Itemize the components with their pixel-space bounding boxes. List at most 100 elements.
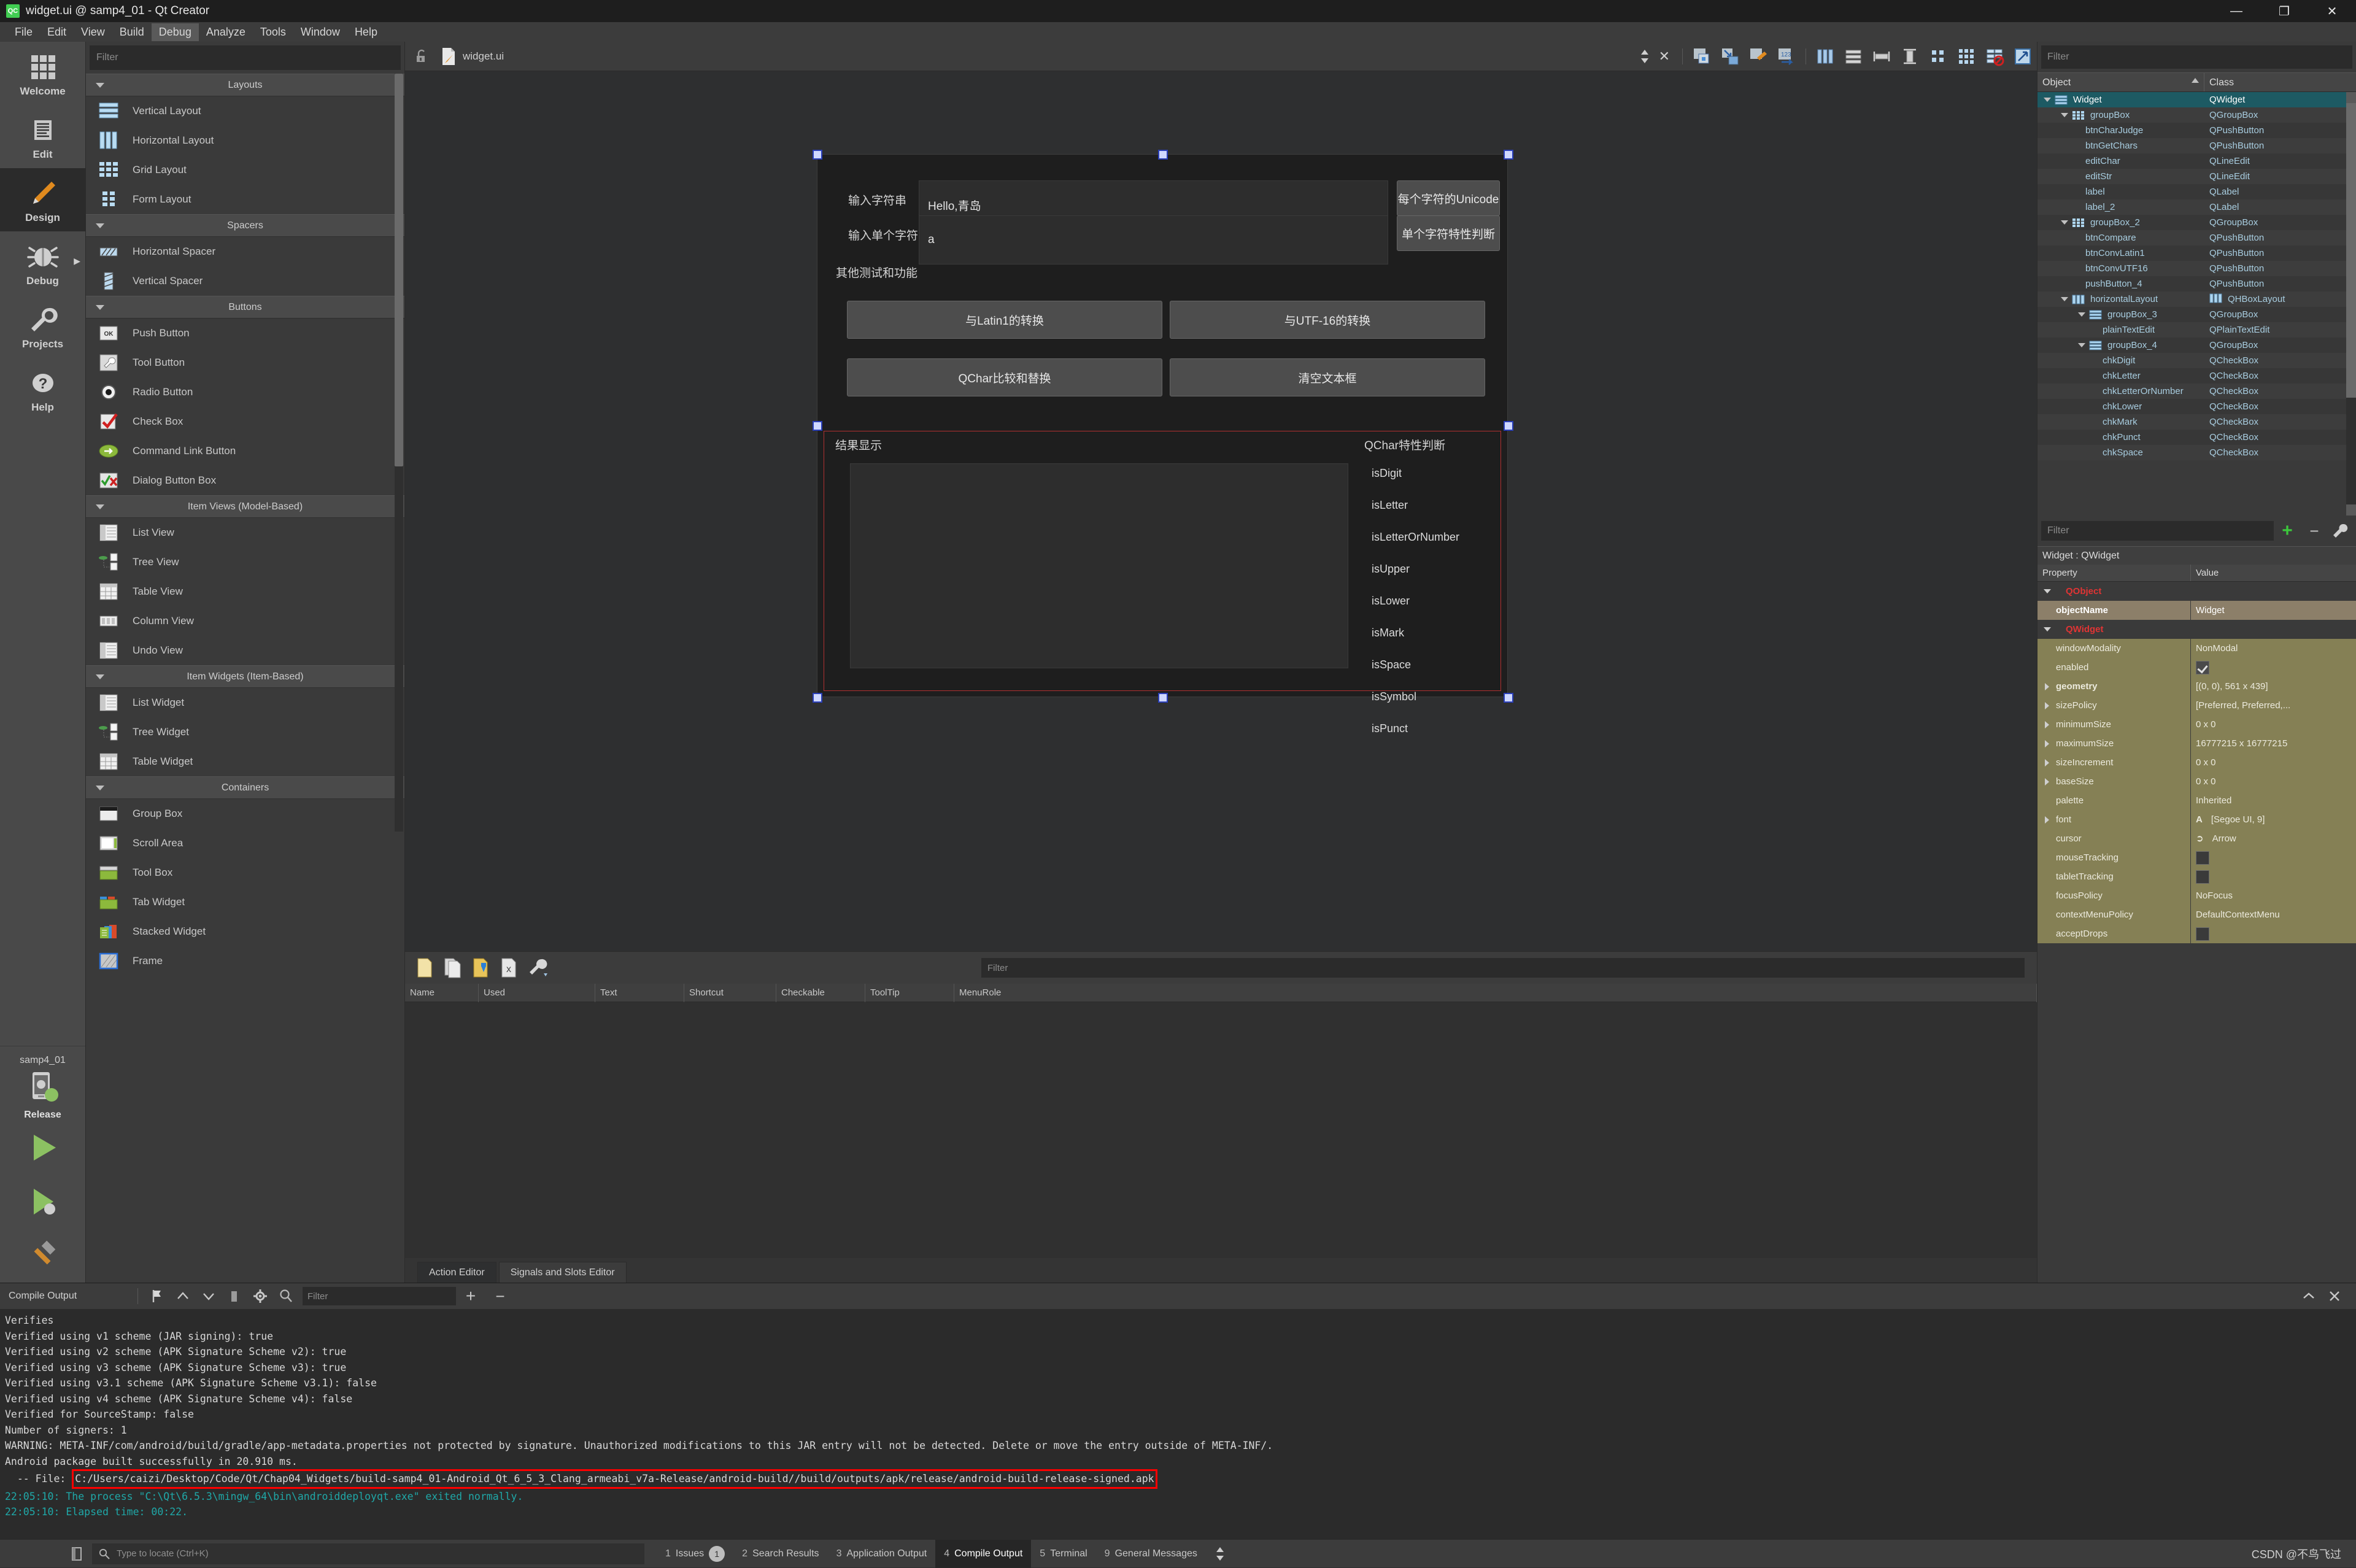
resize-handle[interactable] bbox=[1158, 693, 1168, 703]
adjust-size-icon[interactable] bbox=[2013, 47, 2033, 66]
object-tree-row[interactable]: editChar QLineEdit bbox=[2037, 153, 2356, 169]
edit-action-icon[interactable] bbox=[471, 957, 491, 978]
chk-isMark[interactable]: isMark bbox=[1372, 627, 1404, 639]
chevron-right-icon[interactable] bbox=[2045, 816, 2049, 824]
object-tree-row[interactable]: label QLabel bbox=[2037, 184, 2356, 199]
design-canvas[interactable]: 输入字符串 Hello,青岛 每个字符的Unicode 输入单个字符 a 单个字… bbox=[405, 71, 2037, 951]
object-tree-row[interactable]: pushButton_4 QPushButton bbox=[2037, 276, 2356, 292]
break-layout-icon[interactable] bbox=[1985, 47, 2004, 66]
edit-signals-slots-icon[interactable] bbox=[1720, 47, 1740, 66]
widgetbox-item[interactable]: Scroll Area bbox=[86, 828, 404, 858]
chk-isDigit[interactable]: isDigit bbox=[1372, 467, 1402, 480]
menu-help[interactable]: Help bbox=[347, 23, 385, 41]
chevron-up-icon[interactable] bbox=[2301, 1288, 2317, 1304]
object-tree-row[interactable]: Widget QWidget bbox=[2037, 92, 2356, 107]
edit-buddies-icon[interactable] bbox=[1748, 47, 1768, 66]
widgetbox-item[interactable]: List Widget bbox=[86, 688, 404, 717]
property-row[interactable]: sizeIncrement 0 x 0 bbox=[2037, 753, 2356, 772]
statusbar-tab-search-results[interactable]: 2 Search Results bbox=[733, 1540, 827, 1568]
resize-handle[interactable] bbox=[1158, 150, 1168, 160]
property-value[interactable] bbox=[2191, 620, 2196, 639]
updown-arrows-icon[interactable] bbox=[1639, 48, 1650, 64]
object-tree-row[interactable]: horizontalLayout QHBoxLayout bbox=[2037, 292, 2356, 307]
menu-window[interactable]: Window bbox=[293, 23, 347, 41]
property-value[interactable] bbox=[2191, 582, 2196, 601]
copy-action-icon[interactable] bbox=[443, 957, 463, 978]
property-value[interactable]: DefaultContextMenu bbox=[2191, 905, 2280, 924]
chevron-right-icon[interactable] bbox=[2045, 778, 2049, 786]
arrow-down-icon[interactable] bbox=[201, 1288, 217, 1304]
editChar-input[interactable]: a bbox=[919, 215, 1388, 265]
stop-icon[interactable] bbox=[226, 1288, 242, 1304]
action-table-body[interactable] bbox=[405, 1002, 2037, 1258]
widgetbox-item[interactable]: Check Box bbox=[86, 407, 404, 436]
object-tree-row[interactable]: chkLetterOrNumber QCheckBox bbox=[2037, 384, 2356, 399]
statusbar-tab-terminal[interactable]: 5 Terminal bbox=[1031, 1540, 1095, 1568]
object-tree-row[interactable]: label_2 QLabel bbox=[2037, 199, 2356, 215]
property-row[interactable]: focusPolicy NoFocus bbox=[2037, 886, 2356, 905]
object-tree-row[interactable]: groupBox_4 QGroupBox bbox=[2037, 338, 2356, 353]
widgetbox-item[interactable]: Vertical Layout bbox=[86, 96, 404, 126]
widgetbox-item[interactable]: OK Push Button bbox=[86, 319, 404, 348]
chk-isPunct[interactable]: isPunct bbox=[1372, 722, 1408, 735]
edit-tab-order-icon[interactable]: 123 bbox=[1777, 47, 1796, 66]
lay-out-in-grid-icon[interactable] bbox=[1956, 47, 1976, 66]
zoom-in-button[interactable]: + bbox=[456, 1286, 485, 1306]
property-row[interactable]: windowModality NonModal bbox=[2037, 639, 2356, 658]
chevron-down-icon[interactable] bbox=[2078, 343, 2085, 347]
configure-icon[interactable] bbox=[528, 957, 547, 978]
resize-handle[interactable] bbox=[1504, 693, 1513, 703]
property-row[interactable]: cursor ➲ Arrow bbox=[2037, 829, 2356, 848]
object-tree-row[interactable]: plainTextEdit QPlainTextEdit bbox=[2037, 322, 2356, 338]
widgetbox-category-header[interactable]: Buttons bbox=[86, 296, 404, 319]
output-filter-input[interactable]: Filter bbox=[303, 1287, 456, 1305]
property-value[interactable] bbox=[2191, 924, 2209, 943]
widgetbox-item[interactable]: Command Link Button bbox=[86, 436, 404, 466]
object-tree-row[interactable]: chkMark QCheckBox bbox=[2037, 414, 2356, 430]
restore-button[interactable]: ❐ bbox=[2260, 0, 2308, 22]
resize-handle[interactable] bbox=[1504, 421, 1513, 431]
object-tree-row[interactable]: btnGetChars QPushButton bbox=[2037, 138, 2356, 153]
object-tree-row[interactable]: editStr QLineEdit bbox=[2037, 169, 2356, 184]
widgetbox-item[interactable]: Vertical Spacer bbox=[86, 266, 404, 296]
col-used[interactable]: Used bbox=[479, 983, 595, 1002]
object-tree-row[interactable]: btnCompare QPushButton bbox=[2037, 230, 2356, 245]
widgetbox-item[interactable]: Horizontal Layout bbox=[86, 126, 404, 155]
close-icon[interactable] bbox=[2327, 1288, 2342, 1304]
btnCompare-button[interactable]: QChar比较和替换 bbox=[847, 358, 1162, 396]
open-file-name[interactable]: widget.ui bbox=[463, 50, 504, 63]
close-button[interactable]: ✕ bbox=[2308, 0, 2356, 22]
pushButton_4-button[interactable]: 清空文本框 bbox=[1170, 358, 1485, 396]
new-action-icon[interactable] bbox=[415, 957, 435, 978]
widgetbox-item[interactable]: List View bbox=[86, 518, 404, 547]
scroll-up-button[interactable] bbox=[2346, 92, 2356, 103]
widgetbox-item[interactable]: Tab Widget bbox=[86, 887, 404, 917]
property-row[interactable]: palette Inherited bbox=[2037, 791, 2356, 810]
chevron-down-icon[interactable] bbox=[2061, 220, 2068, 225]
property-row[interactable]: baseSize 0 x 0 bbox=[2037, 772, 2356, 791]
chk-isUpper[interactable]: isUpper bbox=[1372, 563, 1410, 576]
property-row[interactable]: tabletTracking bbox=[2037, 867, 2356, 886]
widgetbox-item[interactable]: Tree Widget bbox=[86, 717, 404, 747]
action-filter-input[interactable]: Filter bbox=[981, 958, 2025, 978]
property-value[interactable]: [Preferred, Preferred,... bbox=[2191, 696, 2290, 715]
col-text[interactable]: Text bbox=[595, 983, 684, 1002]
widgetbox-item[interactable]: Radio Button bbox=[86, 377, 404, 407]
col-shortcut[interactable]: Shortcut bbox=[684, 983, 776, 1002]
btnGetChars-button[interactable]: 每个字符的Unicode bbox=[1397, 180, 1500, 216]
gear-icon[interactable] bbox=[252, 1288, 268, 1304]
statusbar-tab-issues[interactable]: 1 Issues 1 bbox=[657, 1540, 733, 1568]
widgetbox-category-header[interactable]: Layouts bbox=[86, 74, 404, 96]
chk-isSymbol[interactable]: isSymbol bbox=[1372, 690, 1416, 703]
col-checkable[interactable]: Checkable bbox=[776, 983, 865, 1002]
menu-tools[interactable]: Tools bbox=[253, 23, 293, 41]
property-row[interactable]: font A [Segoe UI, 9] bbox=[2037, 810, 2356, 829]
widgetbox-item[interactable]: Frame bbox=[86, 946, 404, 976]
minimize-button[interactable]: — bbox=[2212, 0, 2260, 22]
plainTextEdit-area[interactable] bbox=[850, 463, 1348, 668]
output-pane-selector-arrows[interactable] bbox=[1215, 1546, 1226, 1562]
enabled-checkbox[interactable] bbox=[2196, 661, 2209, 675]
lay-out-in-splitter-h-icon[interactable] bbox=[1872, 47, 1891, 66]
object-tree-row[interactable]: chkSpace QCheckBox bbox=[2037, 445, 2356, 460]
menu-view[interactable]: View bbox=[74, 23, 112, 41]
